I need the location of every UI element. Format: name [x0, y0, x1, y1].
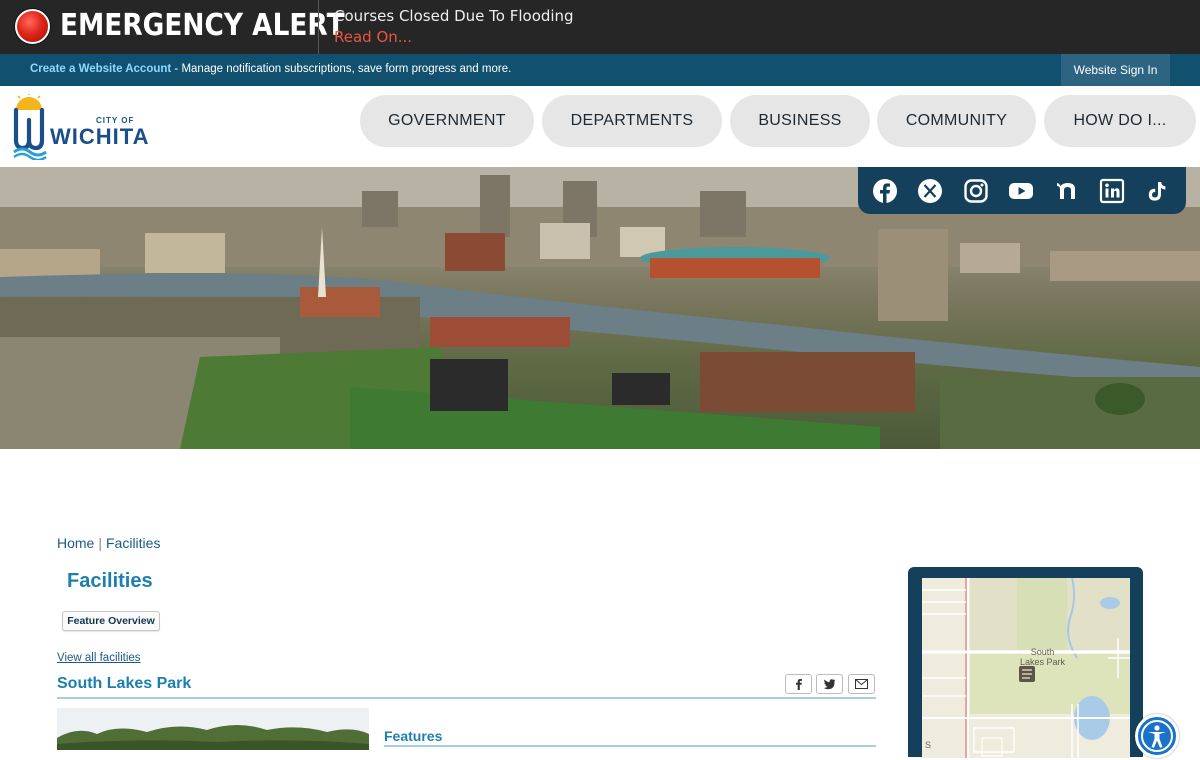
alert-read-on-link[interactable]: Read On... — [334, 28, 412, 46]
alert-divider — [318, 0, 319, 54]
nextdoor-icon[interactable] — [1054, 178, 1080, 204]
map-label-line1: South — [1030, 647, 1055, 657]
twitter-share-icon — [823, 679, 836, 690]
features-divider — [384, 745, 876, 747]
facebook-share-icon — [795, 679, 802, 690]
email-share-icon — [855, 679, 868, 689]
instagram-icon[interactable] — [963, 178, 989, 204]
nav-departments[interactable]: DEPARTMENTS — [542, 95, 722, 147]
account-bar-description: - Manage notification subscriptions, sav… — [171, 63, 512, 75]
page-title: Facilities — [67, 570, 153, 592]
park-heading-divider — [57, 697, 876, 699]
features-heading: Features — [384, 728, 443, 744]
share-twitter-button[interactable] — [816, 674, 843, 694]
accessibility-icon — [1141, 720, 1173, 752]
breadcrumb-facilities-link[interactable]: Facilities — [106, 535, 160, 551]
share-facebook-button[interactable] — [785, 674, 812, 694]
alert-icon — [15, 9, 50, 44]
breadcrumb-separator: | — [98, 535, 102, 551]
create-account-link[interactable]: Create a Website Account — [30, 63, 171, 75]
accessibility-button[interactable] — [1135, 714, 1179, 758]
nav-community[interactable]: COMMUNITY — [877, 95, 1036, 147]
park-name-heading: South Lakes Park — [57, 675, 192, 692]
park-photo — [57, 708, 369, 750]
share-email-button[interactable] — [848, 674, 875, 694]
alert-message[interactable]: Courses Closed Due To Flooding — [334, 7, 574, 25]
feature-overview-button[interactable]: Feature Overview — [62, 611, 160, 631]
map-street-label: S — [925, 740, 932, 750]
view-all-facilities-link[interactable]: View all facilities — [57, 652, 141, 664]
facebook-icon[interactable] — [872, 178, 898, 204]
linkedin-icon[interactable] — [1099, 178, 1125, 204]
logo-wichita-text: WICHITA — [50, 124, 150, 149]
alert-title: EMERGENCY ALERT — [60, 8, 345, 43]
youtube-icon[interactable] — [1008, 178, 1034, 204]
facility-map[interactable] — [922, 578, 1130, 758]
logo-sun-icon — [16, 94, 42, 110]
x-icon[interactable] — [917, 178, 943, 204]
nav-business[interactable]: BUSINESS — [730, 95, 870, 147]
breadcrumb: Home | Facilities — [57, 535, 160, 551]
map-park-label: South Lakes Park — [1020, 647, 1065, 667]
breadcrumb-home-link[interactable]: Home — [57, 535, 94, 551]
nav-how-do-i[interactable]: HOW DO I... — [1044, 95, 1196, 147]
nav-government[interactable]: GOVERNMENT — [360, 95, 534, 147]
website-sign-in-button[interactable]: Website Sign In — [1061, 54, 1170, 86]
tiktok-icon[interactable] — [1144, 178, 1170, 204]
account-bar-text: Create a Website Account - Manage notifi… — [30, 63, 511, 75]
logo-w-mark — [13, 107, 45, 151]
account-bar: Create a Website Account - Manage notifi… — [0, 54, 1200, 86]
map-label-line2: Lakes Park — [1020, 657, 1066, 667]
